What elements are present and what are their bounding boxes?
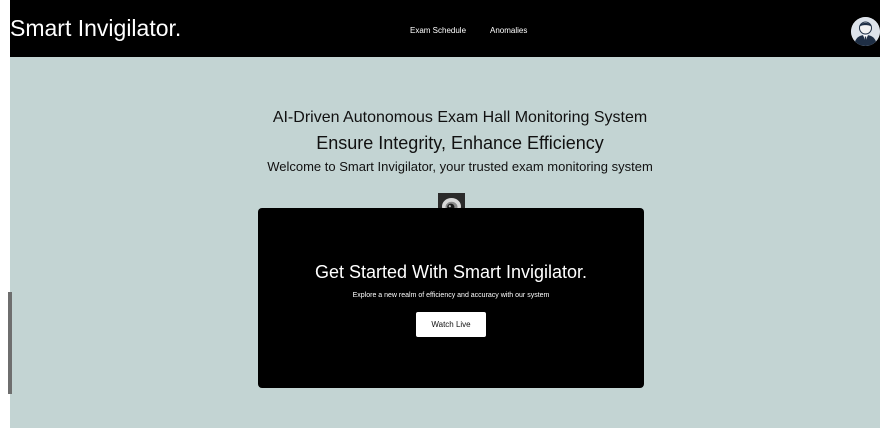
hero-welcome-text: Welcome to Smart Invigilator, your trust… [267,159,653,174]
user-avatar-icon[interactable] [851,17,880,46]
hero-tagline: Ensure Integrity, Enhance Efficiency [316,133,604,153]
get-started-card: Get Started With Smart Invigilator. Expl… [258,208,644,388]
nav-link-exam-schedule[interactable]: Exam Schedule [410,26,466,36]
navbar: Smart Invigilator. Exam Schedule Anomali… [10,0,880,57]
page-background: Smart Invigilator. Exam Schedule Anomali… [10,0,880,428]
card-title: Get Started With Smart Invigilator. [314,262,588,282]
nav-link-anomalies[interactable]: Anomalies [490,26,527,36]
card-subtitle: Explore a new realm of efficiency and ac… [352,292,550,299]
watch-live-button[interactable]: Watch Live [416,312,486,337]
brand-logo[interactable]: Smart Invigilator. [10,14,181,42]
side-scroll-handle[interactable] [8,292,12,394]
hero-heading: AI-Driven Autonomous Exam Hall Monitorin… [272,109,648,126]
